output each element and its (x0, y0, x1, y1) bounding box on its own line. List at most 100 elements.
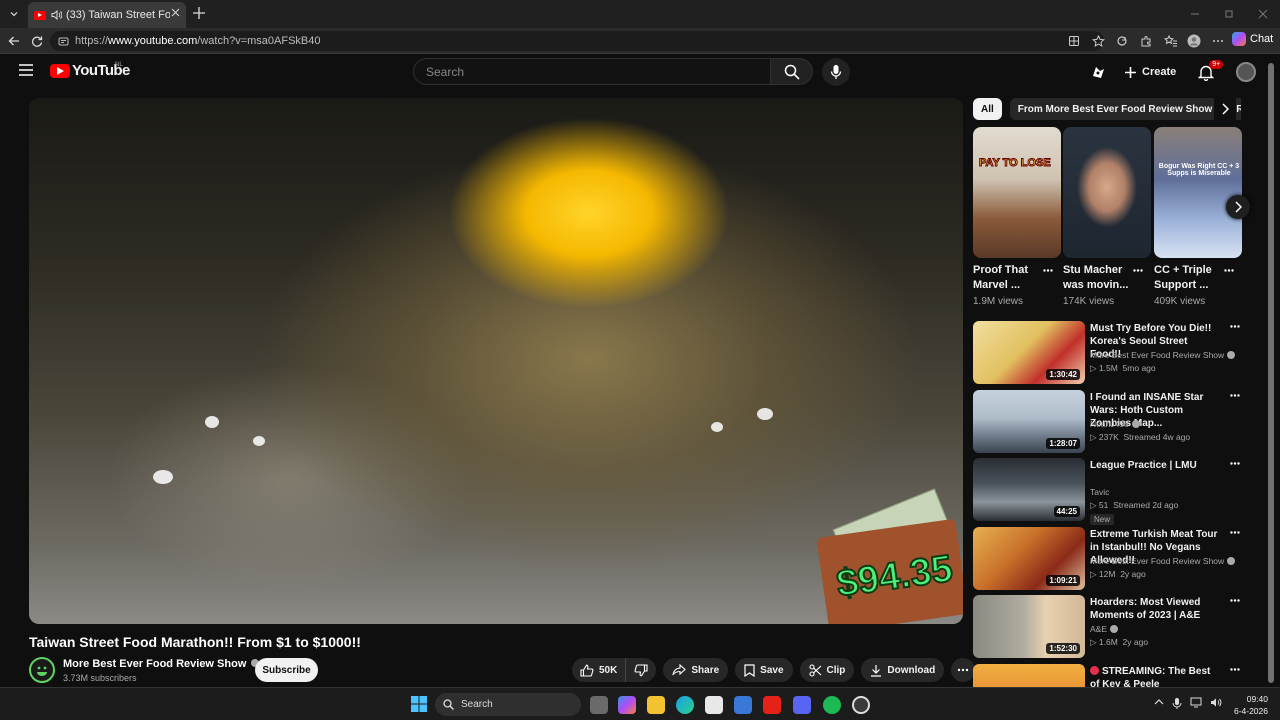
refresh-extension-icon[interactable] (1114, 33, 1130, 49)
clip-button[interactable]: Clip (799, 658, 855, 682)
item-more-icon[interactable] (1230, 530, 1240, 534)
video-title: STREAMING: The Best of Key & Peele (1090, 665, 1211, 687)
short-thumbnail[interactable]: Bogur Was Right CC + 3 Supps is Miserabl… (1154, 127, 1242, 258)
item-more-icon[interactable] (1230, 462, 1240, 465)
display-tray-icon[interactable] (1190, 697, 1202, 709)
more-options-icon[interactable] (1210, 33, 1226, 49)
item-more-icon[interactable] (1230, 667, 1240, 671)
copilot-chat-button[interactable]: Chat (1232, 32, 1273, 46)
video-thumbnail[interactable]: 1:28:07 (973, 389, 1085, 453)
subscribe-button[interactable]: Subscribe (255, 658, 318, 682)
url-text: https://www.youtube.com/watch?v=msa0AFSk… (75, 35, 321, 47)
page-scrollbar[interactable] (1268, 55, 1274, 687)
edge-browser-icon[interactable] (676, 696, 694, 714)
discord-icon[interactable] (793, 696, 811, 714)
search-input[interactable] (426, 64, 756, 79)
mail-icon[interactable] (734, 696, 752, 714)
video-thumbnail[interactable] (973, 663, 1085, 687)
download-button[interactable]: Download (861, 658, 945, 682)
notifications-button[interactable]: 9+ (1198, 59, 1224, 81)
back-arrow-icon[interactable] (6, 33, 22, 49)
list-item[interactable]: STREAMING: The Best of Key & Peele (973, 663, 1243, 687)
premium-sparkle-icon[interactable] (1090, 64, 1106, 80)
task-view-icon[interactable] (590, 696, 608, 714)
search-box[interactable] (413, 58, 771, 85)
create-button[interactable]: Create (1116, 58, 1184, 86)
microsoft-store-icon[interactable] (705, 696, 723, 714)
duration-badge: 1:28:07 (1046, 437, 1080, 449)
system-clock[interactable]: 09:40 6-4-2026 (1232, 693, 1268, 717)
spotify-icon[interactable] (823, 696, 841, 714)
minimize-window-icon[interactable] (1178, 0, 1212, 28)
windows-start-icon[interactable] (411, 696, 427, 712)
close-tab-icon[interactable] (171, 8, 180, 17)
search-button[interactable] (771, 58, 813, 85)
voice-search-button[interactable] (822, 58, 850, 86)
channel-avatar[interactable] (29, 657, 55, 683)
video-player[interactable]: $94.35 (29, 98, 963, 624)
list-item[interactable]: 1:30:42 Must Try Before You Die!! Korea'… (973, 321, 1243, 390)
video-thumbnail[interactable]: 44:25 (973, 458, 1085, 521)
chip-from-channel[interactable]: From More Best Ever Food Review Show (1009, 98, 1221, 120)
volume-tray-icon[interactable] (1210, 697, 1222, 709)
tab-list-chevron-icon[interactable] (4, 4, 24, 24)
youtube-taskbar-icon[interactable] (763, 696, 781, 714)
favorites-list-icon[interactable] (1162, 33, 1178, 49)
duration-badge: 1:52:30 (1046, 643, 1080, 654)
save-button[interactable]: Save (735, 658, 793, 682)
verified-check-icon (1131, 419, 1140, 428)
list-item[interactable]: 1:28:07 I Found an INSANE Star Wars: Hot… (973, 389, 1243, 459)
list-item[interactable]: 1:09:21 Extreme Turkish Meat Tour in Ist… (973, 526, 1243, 596)
like-button[interactable]: 50K (572, 658, 627, 682)
favorite-star-icon[interactable] (1090, 33, 1106, 49)
site-info-icon[interactable] (58, 36, 69, 47)
audio-playing-icon[interactable] (51, 10, 62, 20)
youtube-logo[interactable]: YouTube NL (50, 62, 130, 79)
copilot-taskbar-icon[interactable] (618, 696, 636, 714)
channel-line: A&E (1090, 624, 1119, 634)
chips-next-button[interactable] (1214, 98, 1236, 120)
extensions-puzzle-icon[interactable] (1138, 33, 1154, 49)
shorts-next-button[interactable] (1226, 195, 1250, 219)
video-thumbnail[interactable]: 1:30:42 (973, 321, 1085, 384)
browser-tab-active[interactable]: (33) Taiwan Street Food Marathon!! From … (28, 2, 186, 28)
more-actions-button[interactable] (951, 658, 976, 682)
show-hidden-icons-chevron-icon[interactable] (1154, 697, 1164, 709)
restore-window-icon[interactable] (1212, 0, 1246, 28)
short-more-icon[interactable] (1224, 269, 1234, 272)
youtube-page: YouTube NL Create 9+ (0, 55, 1280, 687)
close-window-icon[interactable] (1246, 0, 1280, 28)
list-item[interactable]: 1:52:30 Hoarders: Most Viewed Moments of… (973, 595, 1243, 664)
short-thumbnail[interactable]: PAY TO LOSE (973, 127, 1061, 258)
short-item[interactable]: Bogur Was Right CC + 3 Supps is Miserabl… (1154, 127, 1242, 307)
channel-name[interactable]: More Best Ever Food Review Show (63, 658, 260, 670)
short-more-icon[interactable] (1043, 269, 1053, 272)
file-explorer-icon[interactable] (647, 696, 665, 714)
hamburger-menu-icon[interactable] (18, 63, 34, 77)
video-thumbnail[interactable]: 1:52:30 (973, 595, 1085, 658)
short-item[interactable]: PAY TO LOSE Proof That Marvel ... 1.9M v… (973, 127, 1061, 307)
reload-icon[interactable] (29, 33, 45, 49)
app-available-icon[interactable] (1066, 33, 1082, 49)
clip-label: Clip (826, 664, 846, 676)
steam-icon[interactable] (852, 696, 870, 714)
microphone-tray-icon[interactable] (1172, 697, 1182, 709)
short-more-icon[interactable] (1133, 269, 1143, 272)
short-item[interactable]: Stu Macher was movin... 174K views (1063, 127, 1151, 307)
share-button[interactable]: Share (663, 658, 729, 682)
item-more-icon[interactable] (1230, 325, 1240, 328)
scrollbar-thumb[interactable] (1268, 63, 1274, 683)
dislike-button[interactable] (626, 658, 656, 682)
item-more-icon[interactable] (1230, 599, 1240, 602)
video-thumbnail[interactable]: 1:09:21 (973, 526, 1085, 590)
profile-avatar-icon[interactable] (1186, 33, 1202, 49)
item-more-icon[interactable] (1230, 393, 1240, 397)
taskbar-search[interactable]: Search (435, 693, 581, 716)
list-item[interactable]: 44:25 League Practice | LMU Tavic ▷ 51 S… (973, 458, 1243, 527)
chip-all[interactable]: All (973, 98, 1002, 120)
video-frame-highlight (153, 470, 173, 484)
address-bar[interactable]: https://www.youtube.com/watch?v=msa0AFSk… (50, 31, 1104, 51)
new-tab-plus-icon[interactable] (192, 6, 206, 20)
account-avatar[interactable] (1236, 62, 1257, 82)
short-thumbnail[interactable] (1063, 127, 1151, 258)
